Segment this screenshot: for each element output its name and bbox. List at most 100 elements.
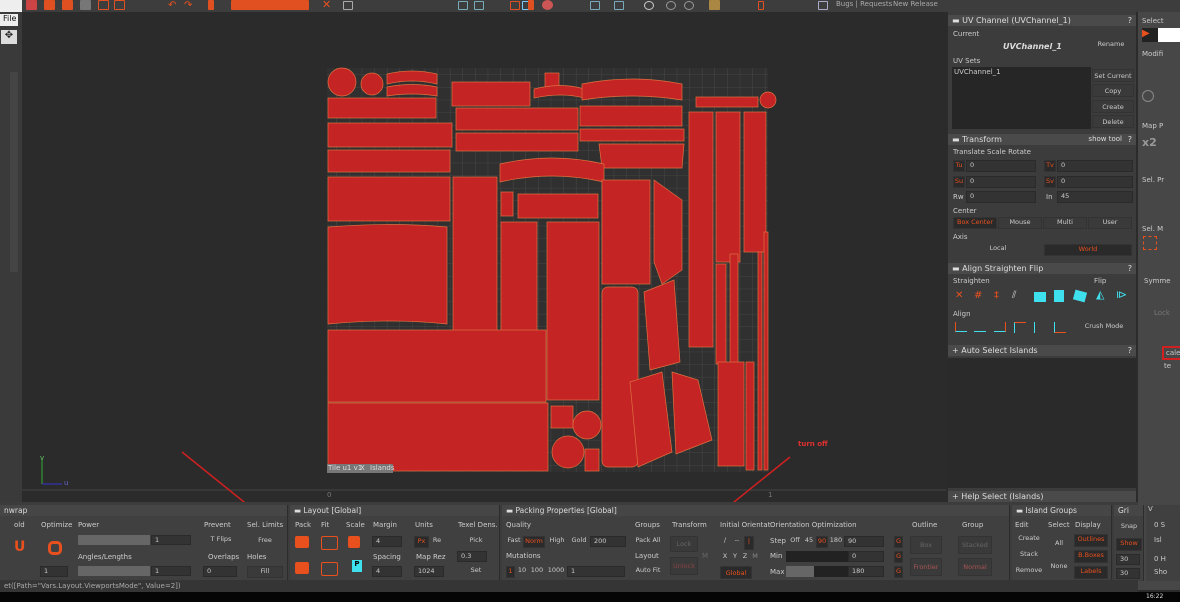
- grid-small-icon[interactable]: [474, 1, 484, 10]
- step-180[interactable]: 180: [829, 536, 843, 548]
- align-top-icon[interactable]: [1014, 322, 1026, 333]
- bugs-requests-link[interactable]: Bugs | Requests: [836, 0, 892, 8]
- mutation-10[interactable]: 10: [516, 566, 528, 578]
- display-bboxes-toggle[interactable]: B.Boxes: [1074, 550, 1108, 563]
- group-stacked-button[interactable]: Stacked: [958, 536, 992, 554]
- mutation-1000[interactable]: 1000: [546, 566, 566, 578]
- step-input[interactable]: 90: [844, 536, 884, 547]
- su-button[interactable]: Su: [953, 176, 965, 188]
- move-icon[interactable]: ✥: [1, 30, 17, 44]
- rw-input[interactable]: 0: [966, 191, 1036, 203]
- margin-input[interactable]: 4: [372, 536, 402, 547]
- delete-button[interactable]: Delete: [1092, 115, 1134, 128]
- fold-icon[interactable]: U: [14, 539, 25, 555]
- straighten-v-icon[interactable]: ‡: [994, 290, 999, 301]
- flip-v-icon[interactable]: ⧐: [1116, 288, 1127, 301]
- link-icon[interactable]: [666, 1, 676, 10]
- tflips-button[interactable]: T Flips: [203, 535, 239, 547]
- quality-input[interactable]: 200: [590, 536, 626, 547]
- axis-local-button[interactable]: Local: [953, 244, 1043, 256]
- sv-input[interactable]: 0: [1057, 176, 1133, 188]
- set-current-button[interactable]: Set Current: [1092, 69, 1134, 82]
- align-right-icon[interactable]: [994, 322, 1006, 332]
- weld-icon[interactable]: [590, 1, 600, 10]
- new-icon[interactable]: [26, 0, 37, 10]
- create-button[interactable]: Create: [1092, 100, 1134, 113]
- new-release-link[interactable]: New Release: [893, 0, 938, 8]
- align-header[interactable]: ▬ Align Straighten Flip?: [948, 263, 1136, 274]
- help-button[interactable]: ?: [1128, 134, 1132, 145]
- auto-fit-button[interactable]: Auto Fit: [633, 566, 663, 578]
- file-menu[interactable]: File: [0, 14, 18, 26]
- fit-icon[interactable]: [321, 536, 338, 550]
- align-center-icon[interactable]: [974, 322, 986, 332]
- orient-global-button[interactable]: Global: [720, 566, 752, 579]
- straighten-h-icon[interactable]: #: [974, 290, 982, 301]
- texel-pick-button[interactable]: Pick: [457, 536, 495, 548]
- sv-button[interactable]: Sv: [1044, 176, 1056, 188]
- outline-frontier-button[interactable]: Frontier: [910, 558, 942, 576]
- import-icon[interactable]: [98, 0, 109, 10]
- grid-straighten-icon[interactable]: [1034, 292, 1046, 302]
- grid-v-input[interactable]: 30: [1116, 568, 1140, 579]
- min-g-button[interactable]: G: [894, 551, 903, 563]
- sphere-icon[interactable]: [542, 0, 553, 10]
- power-input[interactable]: 1: [151, 535, 191, 545]
- grid-title[interactable]: Gri: [1114, 505, 1143, 516]
- help-select-header[interactable]: + Help Select (Islands): [948, 491, 1136, 502]
- select-all-button[interactable]: All: [1046, 539, 1072, 551]
- max-g-button[interactable]: G: [894, 566, 903, 578]
- iterations-input[interactable]: 1: [40, 566, 68, 577]
- grid-u-input[interactable]: 30: [1116, 554, 1140, 565]
- stitch-icon[interactable]: [644, 1, 654, 10]
- angles-slider[interactable]: [78, 566, 150, 576]
- align-middle-icon[interactable]: [1034, 322, 1046, 333]
- copy-button[interactable]: Copy: [1092, 84, 1134, 97]
- marquee-icon[interactable]: [1143, 236, 1157, 250]
- cross-icon[interactable]: [818, 1, 828, 10]
- help-button[interactable]: ?: [1128, 263, 1132, 274]
- help-button[interactable]: ?: [1128, 15, 1132, 26]
- in-input[interactable]: 45: [1057, 191, 1133, 203]
- pack-fit-icon[interactable]: [295, 562, 309, 574]
- overlaps-input[interactable]: 0: [203, 566, 237, 577]
- break-icon[interactable]: [614, 1, 624, 10]
- outline-box-button[interactable]: Box: [910, 536, 942, 554]
- align-left-icon[interactable]: [955, 322, 967, 332]
- mutation-input[interactable]: 1: [567, 566, 625, 577]
- uv-channel-header[interactable]: ▬ UV Channel (UVChannel_1)?: [948, 15, 1136, 26]
- user-icon[interactable]: [80, 0, 91, 10]
- grid-show-toggle[interactable]: Show: [1116, 538, 1142, 551]
- crush-mode-button[interactable]: Crush Mode: [1076, 322, 1132, 334]
- undo-icon[interactable]: ↶: [168, 0, 176, 11]
- x2-button[interactable]: x2: [1142, 136, 1157, 149]
- quality-high[interactable]: High: [546, 536, 568, 548]
- island-groups-header[interactable]: ▬ Island Groups: [1012, 505, 1111, 516]
- center-user-button[interactable]: User: [1088, 217, 1132, 229]
- step-90[interactable]: 90: [816, 536, 828, 548]
- lock-button[interactable]: Lock: [670, 536, 698, 552]
- vertical-icon[interactable]: [758, 1, 764, 10]
- map-rez-input[interactable]: 1024: [414, 566, 444, 577]
- orient-h[interactable]: --: [731, 536, 743, 548]
- spacing-input[interactable]: 4: [372, 566, 402, 577]
- redo-icon[interactable]: ↷: [184, 0, 192, 11]
- grid-v-icon[interactable]: [1054, 290, 1064, 302]
- orient-v[interactable]: |: [744, 536, 754, 550]
- su-input[interactable]: 0: [966, 176, 1036, 188]
- flip-h-icon[interactable]: ◭: [1096, 288, 1104, 301]
- align-bottom-icon[interactable]: [1054, 322, 1066, 333]
- uv-canvas[interactable]: [22, 12, 946, 569]
- pack-all-button[interactable]: Pack All: [633, 536, 663, 548]
- tv-button[interactable]: Tv: [1044, 160, 1056, 172]
- straighten-diag-icon[interactable]: ✕: [955, 290, 963, 301]
- display-labels-toggle[interactable]: Labels: [1074, 566, 1108, 579]
- grid-rotate-icon[interactable]: [1072, 289, 1088, 303]
- group-remove-button[interactable]: Remove: [1014, 566, 1044, 578]
- angles-input[interactable]: 1: [151, 566, 191, 576]
- show-tool-button[interactable]: show tool: [1088, 134, 1122, 145]
- select-dropdown[interactable]: [1158, 28, 1180, 42]
- mutation-100[interactable]: 100: [529, 566, 545, 578]
- orient-diag[interactable]: /: [720, 536, 730, 548]
- tile-close-button[interactable]: X: [360, 464, 365, 472]
